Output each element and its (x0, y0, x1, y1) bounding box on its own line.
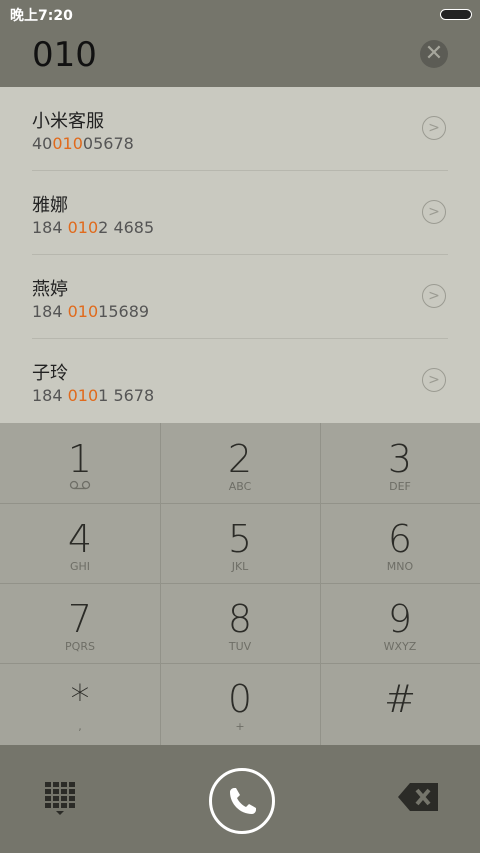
key-letters: TUV (228, 640, 252, 653)
chevron-right-icon[interactable]: > (422, 116, 446, 140)
key-3[interactable]: 3 DEF (320, 423, 480, 503)
number-match: 010 (52, 134, 83, 153)
contact-row[interactable]: 雅娜 184 0102 4685 > (0, 171, 480, 255)
divider (0, 583, 480, 584)
key-letters: GHI (69, 560, 91, 573)
key-digit: 1 (67, 437, 93, 481)
key-digit: 8 (227, 597, 253, 641)
key-6[interactable]: 6 MNO (320, 503, 480, 583)
battery-icon (440, 9, 472, 20)
contact-number: 184 01015689 (32, 302, 149, 321)
chevron-right-icon[interactable]: > (422, 284, 446, 308)
key-letters: PQRS (65, 640, 95, 653)
phone-icon (230, 788, 256, 814)
contact-row[interactable]: 燕婷 184 01015689 > (0, 255, 480, 339)
number-suffix: 15689 (98, 302, 150, 321)
number-prefix: 184 (32, 218, 68, 237)
backspace-icon[interactable] (398, 783, 438, 811)
contact-results-list: 小米客服 4001005678 > 雅娜 184 0102 4685 > 燕婷 … (0, 87, 480, 423)
key-9[interactable]: 9 WXYZ (320, 583, 480, 663)
key-2[interactable]: 2 ABC (160, 423, 320, 503)
key-letters: JKL (231, 560, 249, 573)
number-prefix: 184 (32, 302, 68, 321)
key-letters: ABC (228, 480, 252, 493)
key-digit: 6 (387, 517, 413, 561)
key-digit: 2 (227, 437, 253, 481)
number-prefix: 40 (32, 134, 53, 153)
key-digit: 7 (67, 597, 93, 641)
key-digit: * (70, 677, 90, 721)
key-letters: WXYZ (383, 640, 417, 653)
key-letters: DEF (389, 480, 411, 493)
key-letters: , (78, 720, 82, 733)
contact-name: 子玲 (32, 363, 68, 384)
key-letters: + (235, 720, 245, 733)
key-digit: 3 (387, 437, 413, 481)
key-hash[interactable]: # (320, 663, 480, 743)
number-match: 010 (67, 218, 99, 237)
key-digit: # (384, 677, 416, 721)
call-button[interactable] (209, 768, 275, 834)
contact-row[interactable]: 子玲 184 0101 5678 > (0, 339, 480, 423)
dial-input[interactable]: 010 (32, 35, 97, 75)
number-match: 010 (67, 302, 99, 321)
close-icon[interactable]: ✕ (420, 40, 448, 68)
key-1[interactable]: 1 (0, 423, 160, 503)
key-5[interactable]: 5 JKL (160, 503, 320, 583)
divider (320, 423, 321, 745)
search-bar: 010 ✕ (0, 26, 480, 87)
key-digit: 5 (227, 517, 253, 561)
key-digit: 0 (227, 677, 253, 721)
key-8[interactable]: 8 TUV (160, 583, 320, 663)
number-match: 010 (67, 386, 99, 405)
key-4[interactable]: 4 GHI (0, 503, 160, 583)
key-digit: 9 (387, 597, 413, 641)
key-7[interactable]: 7 PQRS (0, 583, 160, 663)
number-suffix: 1 5678 (98, 386, 155, 405)
contact-number: 184 0101 5678 (32, 386, 154, 405)
dial-keypad: 1 2 ABC 3 DEF 4 GHI 5 JKL 6 MNO 7 PQRS 8… (0, 423, 480, 745)
number-suffix: 05678 (82, 134, 134, 153)
contact-number: 184 0102 4685 (32, 218, 154, 237)
status-bar: 晚上7:20 (0, 0, 480, 26)
divider (0, 663, 480, 664)
number-suffix: 2 4685 (98, 218, 155, 237)
voicemail-icon (0, 480, 160, 493)
dialpad-icon[interactable] (45, 782, 75, 816)
contact-name: 雅娜 (32, 195, 68, 216)
key-letters: MNO (386, 560, 414, 573)
number-prefix: 184 (32, 386, 68, 405)
contact-row[interactable]: 小米客服 4001005678 > (0, 87, 480, 171)
chevron-right-icon[interactable]: > (422, 200, 446, 224)
key-digit: 4 (67, 517, 93, 561)
bottom-action-bar (0, 745, 480, 853)
status-time: 晚上7:20 (10, 8, 73, 24)
chevron-right-icon[interactable]: > (422, 368, 446, 392)
contact-name: 小米客服 (32, 111, 104, 132)
contact-number: 4001005678 (32, 134, 134, 153)
key-0[interactable]: 0 + (160, 663, 320, 743)
divider (160, 423, 161, 745)
contact-name: 燕婷 (32, 279, 68, 300)
divider (0, 503, 480, 504)
key-star[interactable]: * , (0, 663, 160, 743)
